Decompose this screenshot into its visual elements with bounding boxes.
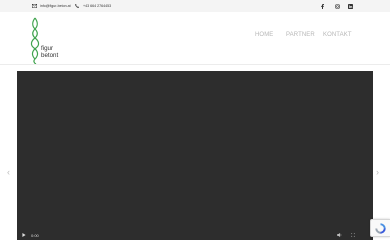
social-instagram[interactable] <box>335 0 340 12</box>
nav-home[interactable]: HOME <box>255 32 273 38</box>
nav-partner[interactable]: PARTNER <box>286 32 315 38</box>
envelope-icon <box>32 4 37 8</box>
logo-line2: betont <box>41 51 59 59</box>
top-bar: info@figur-beton.at +43 664 2764453 <box>0 0 390 12</box>
video-controls: 0:00 <box>17 230 373 240</box>
header-divider <box>0 64 390 65</box>
play-icon[interactable] <box>22 233 26 237</box>
phone-contact[interactable]: +43 664 2764453 <box>75 0 111 12</box>
video-time: 0:00 <box>31 233 39 238</box>
fullscreen-icon[interactable] <box>351 233 355 237</box>
logo-text: figur betont <box>41 45 59 60</box>
social-facebook[interactable] <box>321 0 324 12</box>
recaptcha-badge[interactable] <box>370 219 390 237</box>
phone-icon <box>75 4 79 8</box>
volume-icon[interactable] <box>337 233 342 237</box>
slider-next-arrow-icon[interactable]: › <box>376 167 379 177</box>
site-header: figur betont HOME PARTNER KONTAKT <box>0 12 390 65</box>
email-contact[interactable]: info@figur-beton.at <box>32 0 71 12</box>
logo-figure-icon <box>30 17 40 65</box>
email-text[interactable]: info@figur-beton.at <box>40 4 71 8</box>
social-linkedin[interactable] <box>348 0 353 12</box>
nav-kontakt[interactable]: KONTAKT <box>323 32 352 38</box>
slider-prev-arrow-icon[interactable]: ‹ <box>7 167 10 177</box>
facebook-icon[interactable] <box>321 3 324 9</box>
instagram-icon[interactable] <box>335 3 340 9</box>
linkedin-icon[interactable] <box>348 3 353 9</box>
video-player[interactable]: 0:00 <box>17 71 373 240</box>
phone-text[interactable]: +43 664 2764453 <box>83 4 111 8</box>
recaptcha-icon <box>375 223 386 234</box>
